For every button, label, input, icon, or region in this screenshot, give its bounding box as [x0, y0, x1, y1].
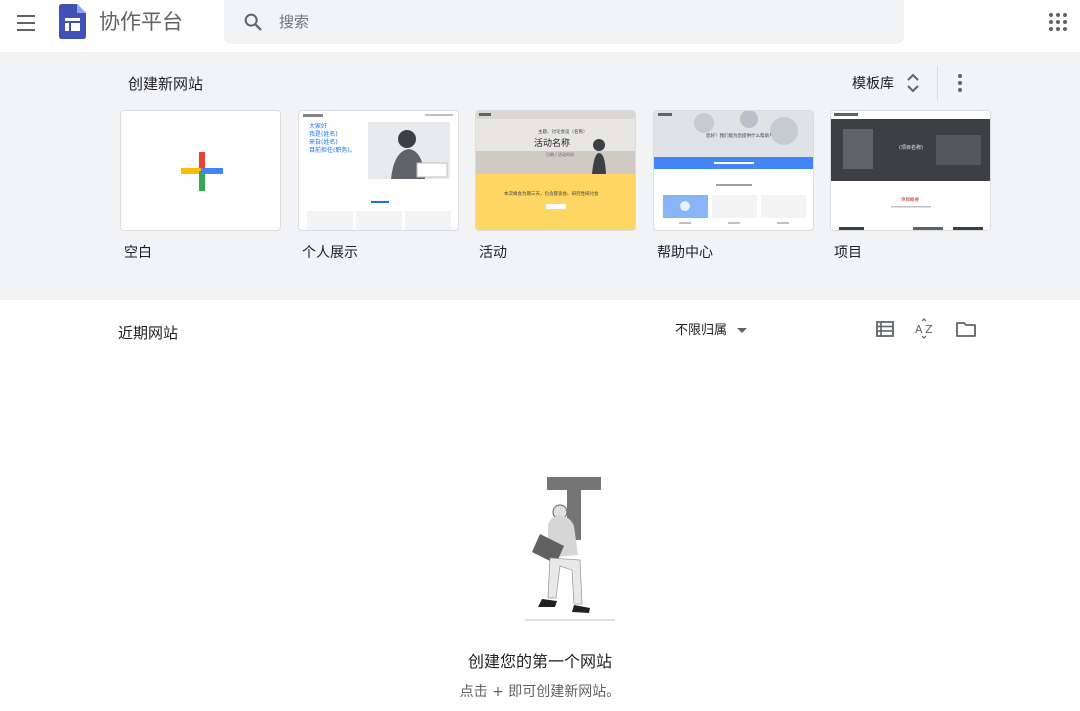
list-view-icon[interactable] [874, 318, 896, 340]
create-new-site-title: 创建新网站 [128, 75, 204, 93]
main-menu-button[interactable] [14, 12, 38, 32]
search-bar[interactable] [224, 0, 904, 44]
template-label-project: 项目 [834, 245, 862, 261]
recent-sites-title: 近期网站 [118, 324, 179, 342]
template-card-project[interactable]: (项目名称) 项目概要 [830, 110, 991, 231]
svg-text:A: A [915, 323, 923, 336]
sites-logo-icon[interactable] [59, 4, 86, 39]
project-sub-heading: 项目概要 [901, 196, 919, 203]
search-icon[interactable] [242, 11, 264, 33]
template-gallery-toggle[interactable]: 模板库 [852, 73, 894, 93]
project-heading: (项目名称) [899, 144, 923, 151]
owner-filter-label: 不限归属 [675, 323, 728, 338]
help-center-preview-thumbnail: 您好！我们能为您提供什么帮助？ [654, 111, 813, 224]
help-heading: 您好！我们能为您提供什么帮助？ [706, 132, 774, 139]
event-preview-thumbnail: 主题、讨论会议（名称） 活动名称 日期 / 活动时间 本次峰会为期三天，包含座谈… [476, 111, 635, 230]
personal-line-1: 大家好 [309, 122, 327, 130]
personal-preview-thumbnail: 大家好 我是(姓名) 来自(姓名) 目前担任(职务)。 [299, 111, 458, 230]
folder-icon[interactable] [955, 318, 977, 340]
personal-line-2: 我是(姓名) [309, 130, 338, 138]
event-header-text: 主题、讨论会议（名称） [538, 128, 588, 135]
event-date: 日期 / 活动时间 [546, 151, 574, 157]
personal-line-4: 目前担任(职务)。 [309, 146, 356, 154]
personal-line-3: 来自(姓名) [309, 138, 338, 146]
template-label-event: 活动 [479, 245, 507, 261]
template-card-personal[interactable]: 大家好 我是(姓名) 来自(姓名) 目前担任(职务)。 [298, 110, 459, 231]
template-card-event[interactable]: 主题、讨论会议（名称） 活动名称 日期 / 活动时间 本次峰会为期三天，包含座谈… [475, 110, 636, 231]
event-heading: 活动名称 [534, 137, 570, 149]
template-gallery: 创建新网站 模板库 空白 大家好 我是(姓名) 来自(姓名) 目前担任(职务)。 [0, 52, 1080, 300]
template-card-help-center[interactable]: 您好！我们能为您提供什么帮助？ [653, 110, 814, 231]
event-banner-text: 本次峰会为期三天，包含座谈会、研究性研讨会 [504, 190, 599, 197]
more-vert-icon[interactable] [954, 72, 966, 94]
unfold-icon[interactable] [905, 72, 921, 94]
divider [937, 66, 938, 100]
template-label-blank: 空白 [124, 245, 152, 261]
app-title[interactable]: 协作平台 [99, 8, 183, 36]
apps-grid-icon[interactable] [1048, 12, 1068, 32]
owner-filter-dropdown[interactable]: 不限归属 [675, 319, 748, 341]
plus-icon [181, 152, 223, 191]
search-input[interactable] [279, 12, 879, 32]
empty-state-subtitle: 点击 + 即可创建新网站。 [459, 684, 621, 700]
project-preview-thumbnail: (项目名称) 项目概要 [831, 111, 990, 230]
template-label-help-center: 帮助中心 [657, 245, 713, 261]
svg-text:Z: Z [925, 323, 933, 336]
top-bar: 协作平台 [0, 0, 1080, 52]
dropdown-caret-icon [737, 328, 748, 333]
empty-state-illustration [525, 477, 615, 621]
empty-state-title: 创建您的第一个网站 [467, 652, 612, 671]
hamburger-menu-icon [17, 15, 35, 17]
template-label-personal: 个人展示 [302, 245, 358, 261]
template-card-blank[interactable] [120, 110, 281, 231]
sort-az-icon[interactable]: A Z [914, 318, 936, 340]
